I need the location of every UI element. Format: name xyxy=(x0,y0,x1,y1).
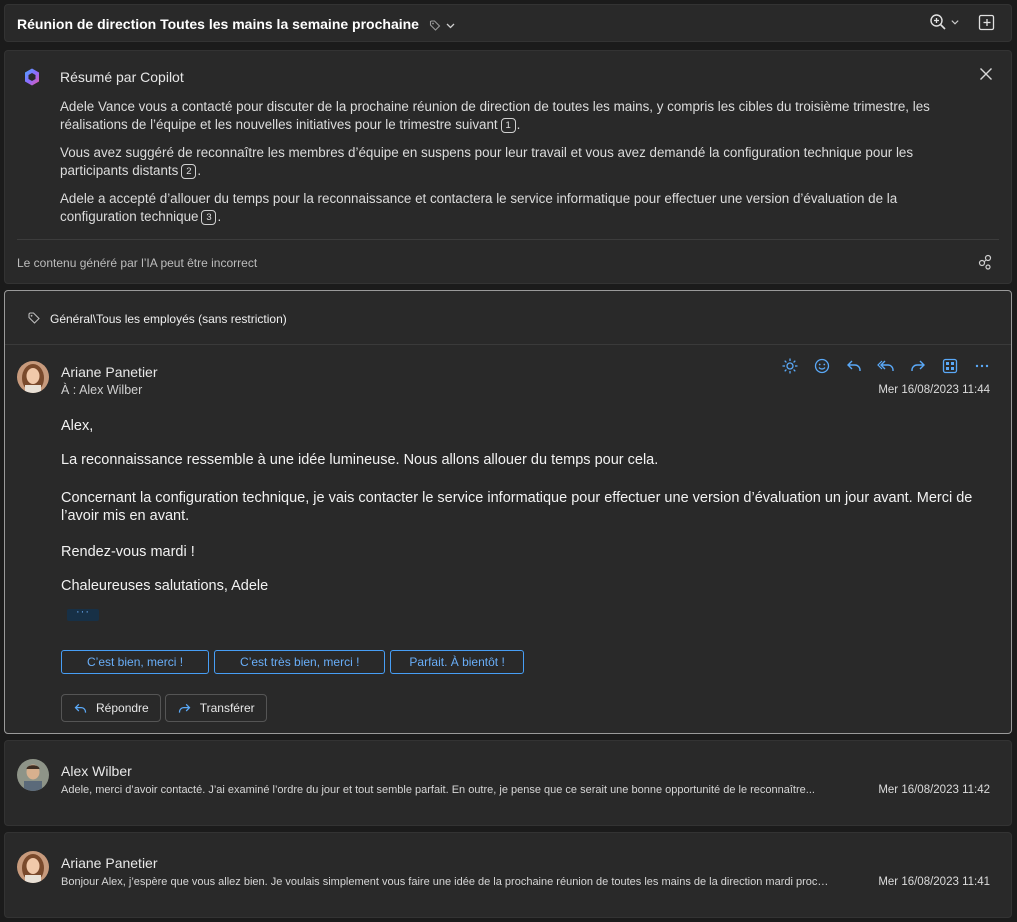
tag-icon[interactable] xyxy=(429,19,441,31)
divider xyxy=(17,239,999,240)
avatar[interactable] xyxy=(17,759,49,791)
sender-name: Alex Wilber xyxy=(61,763,132,779)
sensitivity-label[interactable]: Général\Tous les employés (sans restrict… xyxy=(50,312,287,326)
citation-badge[interactable]: 1 xyxy=(500,118,516,133)
zoom-button[interactable] xyxy=(929,13,960,31)
forward-label: Transférer xyxy=(199,701,255,715)
copilot-summary-text: Adele Vance vous a contacté pour discute… xyxy=(60,98,955,236)
message-collapsed[interactable]: Alex Wilber Adele, merci d’avoir contact… xyxy=(4,740,1012,826)
message-expanded: Général\Tous les employés (sans restrict… xyxy=(4,290,1012,734)
citation-badge[interactable]: 2 xyxy=(181,164,197,179)
body-greeting: Alex, xyxy=(61,418,94,434)
body-signoff: Chaleureuses salutations, Adele xyxy=(61,578,269,594)
message-preview: Adele, merci d’avoir contacté. J’ai exam… xyxy=(61,784,815,796)
reply-label: Répondre xyxy=(96,701,149,715)
message-date: Mer 16/08/2023 11:42 xyxy=(878,784,990,796)
open-window-icon[interactable] xyxy=(978,14,995,31)
chevron-down-icon[interactable] xyxy=(445,20,456,31)
message-actions-toolbar xyxy=(781,357,991,375)
reply-icon[interactable] xyxy=(845,357,863,375)
summary-paragraph: Adele Vance vous a contacté pour discute… xyxy=(60,99,930,133)
sender-name[interactable]: Ariane Panetier xyxy=(61,364,158,380)
conversation-header: Réunion de direction Toutes les mains la… xyxy=(4,4,1012,42)
summary-paragraph: Vous avez suggéré de reconnaître les mem… xyxy=(60,145,914,179)
forward-icon[interactable] xyxy=(909,357,927,375)
copilot-summary-panel: Résumé par Copilot Adele Vance vous a co… xyxy=(4,50,1012,284)
body-paragraph: Concernant la configuration technique, j… xyxy=(61,490,973,524)
recipients[interactable]: À : Alex Wilber xyxy=(61,383,142,397)
forward-icon xyxy=(177,701,192,716)
forward-button[interactable]: Transférer xyxy=(164,694,267,722)
copilot-title: Résumé par Copilot xyxy=(60,69,184,85)
zoom-icon xyxy=(929,13,947,31)
reply-icon xyxy=(73,701,88,716)
message-preview: Bonjour Alex, j’espère que vous allez bi… xyxy=(61,876,831,888)
tag-icon xyxy=(27,311,41,325)
message-date: Mer 16/08/2023 11:41 xyxy=(878,876,990,888)
suggested-reply-button[interactable]: Parfait. À bientôt ! xyxy=(390,650,524,674)
reply-buttons: Répondre Transférer xyxy=(61,694,267,722)
message-collapsed[interactable]: Ariane Panetier Bonjour Alex, j’espère q… xyxy=(4,832,1012,918)
suggested-reply-button[interactable]: C’est bien, merci ! xyxy=(61,650,210,674)
more-options-icon[interactable] xyxy=(973,357,991,375)
message-date: Mer 16/08/2023 11:44 xyxy=(878,384,990,396)
emoji-icon[interactable] xyxy=(813,357,831,375)
chevron-down-icon xyxy=(950,17,960,27)
close-icon[interactable] xyxy=(979,67,993,81)
citation-badge[interactable]: 3 xyxy=(201,210,217,225)
conversation-title: Réunion de direction Toutes les mains la… xyxy=(17,16,456,32)
copilot-sparkle-icon[interactable] xyxy=(781,357,799,375)
ai-disclaimer: Le contenu généré par l’IA peut être inc… xyxy=(17,256,258,270)
body-paragraph: Rendez-vous mardi ! xyxy=(61,544,195,560)
reply-all-icon[interactable] xyxy=(877,357,895,375)
sender-name: Ariane Panetier xyxy=(61,855,158,871)
avatar[interactable] xyxy=(17,851,49,883)
suggested-replies: C’est bien, merci ! C’est très bien, mer… xyxy=(61,650,524,674)
avatar[interactable] xyxy=(17,361,49,393)
reply-button[interactable]: Répondre xyxy=(61,694,161,722)
apps-icon[interactable] xyxy=(941,357,959,375)
suggested-reply-button[interactable]: C’est très bien, merci ! xyxy=(214,650,386,674)
body-paragraph: La reconnaissance ressemble à une idée l… xyxy=(61,452,659,468)
share-feedback-icon[interactable] xyxy=(977,254,993,270)
show-more-button[interactable]: ··· xyxy=(67,607,99,621)
copilot-logo-icon xyxy=(22,67,42,87)
sensitivity-label-row: Général\Tous les employés (sans restrict… xyxy=(5,291,1011,345)
summary-paragraph: Adele a accepté d’allouer du temps pour … xyxy=(60,191,898,225)
